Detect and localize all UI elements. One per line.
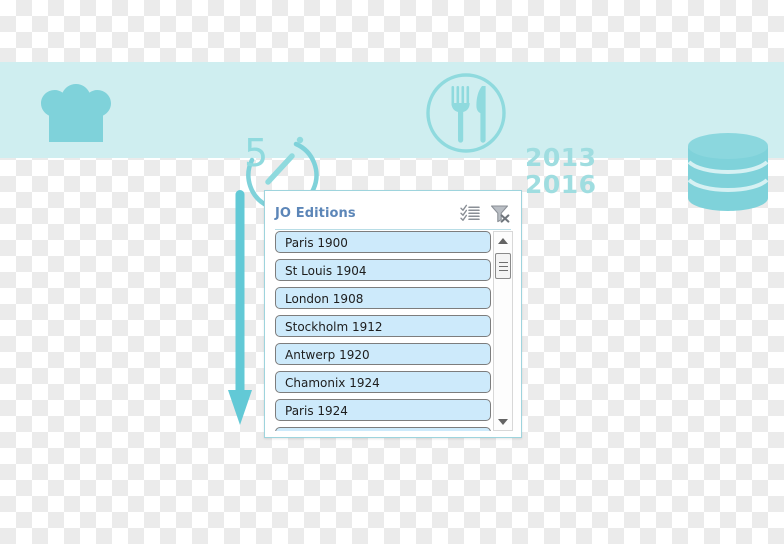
list-item[interactable]: Paris 1900 [275, 231, 491, 253]
list-scrollbar[interactable] [493, 231, 513, 431]
banner-year-second: 2016 [525, 170, 597, 199]
list-item[interactable]: Paris 1924 [275, 399, 491, 421]
plate-cutlery-icon [418, 70, 514, 160]
panel-title: JO Editions [275, 205, 356, 221]
list-item[interactable]: St Louis 1904 [275, 259, 491, 281]
editions-list-column: Paris 1900 St Louis 1904 London 1908 Sto… [275, 231, 491, 431]
banner: 5 2013 2016 [0, 62, 784, 212]
chef-hat-icon [36, 80, 116, 156]
list-item[interactable]: Antwerp 1920 [275, 343, 491, 365]
banner-year-first: 2013 [525, 143, 597, 172]
panel-header: JO Editions [275, 197, 511, 230]
timer-value: 5 [244, 132, 268, 175]
list-item[interactable]: Stockholm 1912 [275, 315, 491, 337]
scroll-up-arrow-icon[interactable] [494, 232, 512, 249]
scroll-down-arrow-icon[interactable] [494, 413, 512, 430]
jo-editions-panel: JO Editions Paris 1900 St Louis 1904 Lon… [264, 190, 522, 438]
list-item[interactable]: London 1908 [275, 287, 491, 309]
clear-filter-icon[interactable] [489, 202, 511, 224]
check-list-icon[interactable] [459, 202, 481, 224]
database-icon [684, 132, 772, 218]
banner-years: 2013 2016 [525, 144, 597, 198]
editions-list: Paris 1900 St Louis 1904 London 1908 Sto… [275, 231, 513, 431]
list-item[interactable]: Chamonix 1924 [275, 371, 491, 393]
down-arrow [226, 190, 254, 435]
list-item-partial[interactable] [275, 427, 491, 431]
scrollbar-thumb[interactable] [495, 253, 511, 279]
